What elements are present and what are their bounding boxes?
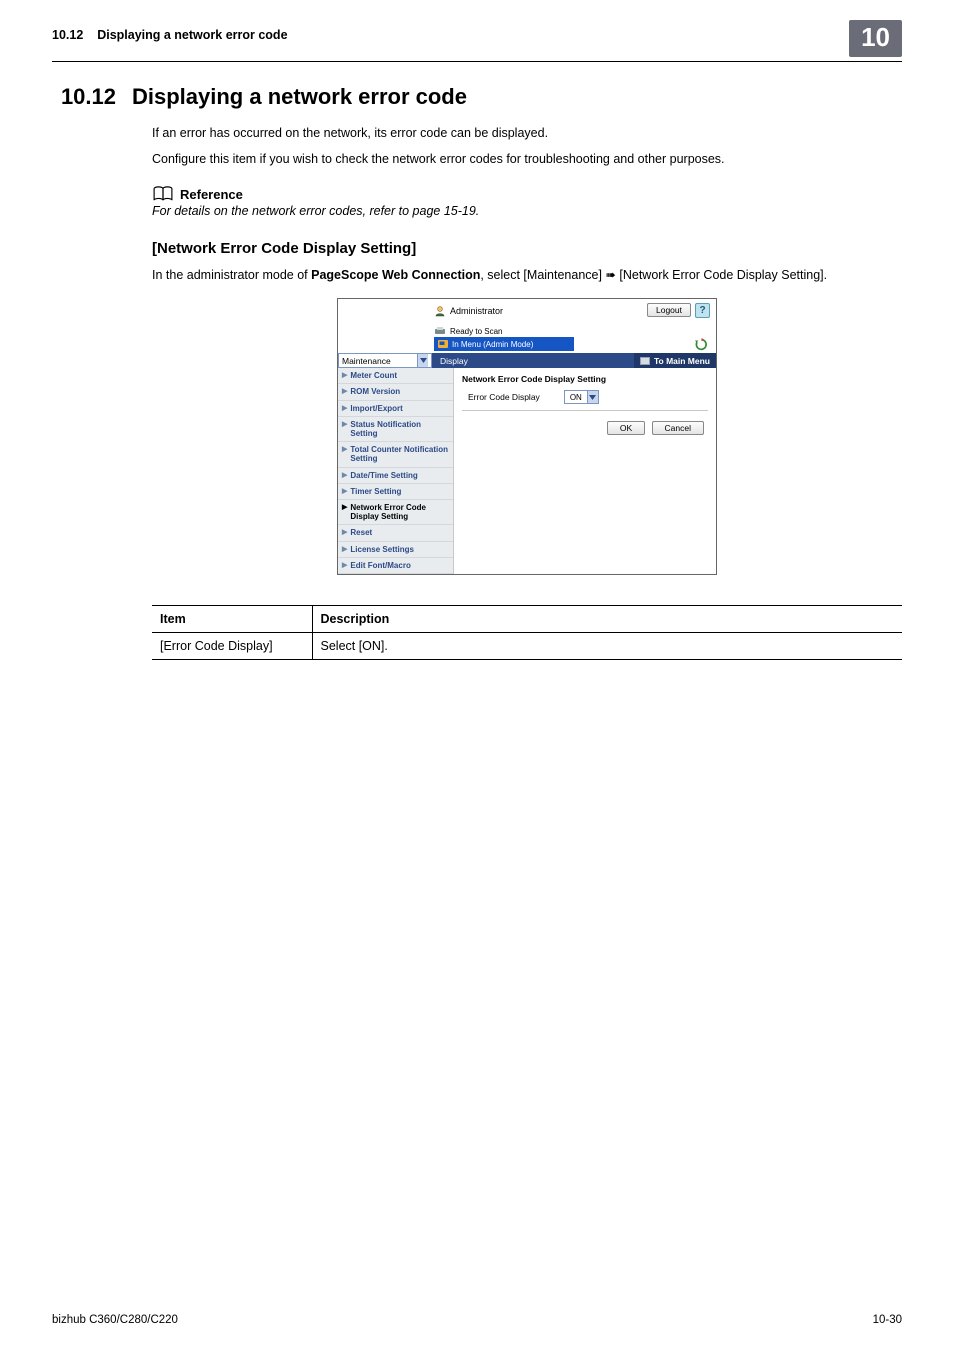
screenshot-panel: Administrator Logout ? xyxy=(337,298,717,575)
footer-right: 10-30 xyxy=(873,1314,902,1326)
to-main-menu-button[interactable]: To Main Menu xyxy=(634,353,716,368)
runhead-sectitle: Displaying a network error code xyxy=(97,28,287,42)
sidebar-item[interactable]: ▶Edit Font/Macro xyxy=(338,558,453,574)
category-select-value: Maintenance xyxy=(342,356,391,366)
reference-heading: Reference xyxy=(152,186,902,202)
sidebar: ▶Meter Count▶ROM Version▶Import/Export▶S… xyxy=(338,368,454,574)
runhead-secnum: 10.12 xyxy=(52,28,83,42)
footer-left: bizhub C360/C280/C220 xyxy=(52,1314,178,1326)
sidebar-item[interactable]: ▶License Settings xyxy=(338,542,453,558)
triangle-icon: ▶ xyxy=(342,546,347,554)
triangle-icon: ▶ xyxy=(342,504,347,521)
refresh-icon[interactable] xyxy=(695,338,708,351)
category-select[interactable]: Maintenance xyxy=(338,353,432,368)
status-inmenu-text: In Menu (Admin Mode) xyxy=(452,340,533,349)
cancel-button[interactable]: Cancel xyxy=(652,421,704,435)
instr-post: , select [Maintenance] ➠ [Network Error … xyxy=(480,268,827,282)
sidebar-item-label: Status Notification Setting xyxy=(350,420,449,438)
chevron-down-icon xyxy=(587,391,598,403)
running-header: 10.12 Displaying a network error code 10 xyxy=(52,28,902,62)
sidebar-item-label: Total Counter Notification Setting xyxy=(350,445,449,463)
sidebar-item-label: Timer Setting xyxy=(350,487,401,496)
runhead-left: 10.12 Displaying a network error code xyxy=(52,28,288,42)
status-ready: Ready to Scan xyxy=(434,325,574,337)
triangle-icon: ▶ xyxy=(342,388,347,396)
error-code-display-select[interactable]: ON xyxy=(564,390,599,404)
triangle-icon: ▶ xyxy=(342,562,347,570)
subsection-instruction: In the administrator mode of PageScope W… xyxy=(152,267,902,282)
admin-indicator: Administrator xyxy=(434,303,503,318)
sidebar-item[interactable]: ▶Reset xyxy=(338,525,453,541)
cell-item: [Error Code Display] xyxy=(152,632,312,659)
triangle-icon: ▶ xyxy=(342,529,347,537)
sidebar-item-label: License Settings xyxy=(350,545,414,554)
triangle-icon: ▶ xyxy=(342,472,347,480)
subsection-title: [Network Error Code Display Setting] xyxy=(152,240,902,257)
sidebar-item-label: Edit Font/Macro xyxy=(350,561,410,570)
instr-bold: PageScope Web Connection xyxy=(311,268,480,282)
paragraph-1: If an error has occurred on the network,… xyxy=(152,124,902,142)
status-ready-text: Ready to Scan xyxy=(450,327,502,336)
col-item-header: Item xyxy=(152,605,312,632)
sidebar-item-label: Import/Export xyxy=(350,404,402,413)
display-button[interactable]: Display xyxy=(432,353,476,368)
sidebar-item-label: Network Error Code Display Setting xyxy=(350,503,449,521)
logout-button[interactable]: Logout xyxy=(647,303,691,317)
admin-label: Administrator xyxy=(450,306,503,316)
chevron-down-icon xyxy=(417,354,428,367)
description-table: Item Description [Error Code Display]Sel… xyxy=(152,605,902,660)
cell-desc: Select [ON]. xyxy=(312,632,902,659)
reference-icon xyxy=(152,186,174,202)
panel-icon xyxy=(438,339,448,349)
section-title: Displaying a network error code xyxy=(132,84,467,110)
field-label: Error Code Display xyxy=(468,392,540,402)
printer-icon xyxy=(434,326,446,336)
sidebar-item-label: ROM Version xyxy=(350,387,400,396)
reference-text: For details on the network error codes, … xyxy=(152,204,902,218)
user-icon xyxy=(434,305,446,317)
sidebar-item[interactable]: ▶Total Counter Notification Setting xyxy=(338,442,453,467)
sidebar-item[interactable]: ▶Timer Setting xyxy=(338,484,453,500)
to-main-menu-label: To Main Menu xyxy=(654,356,710,366)
triangle-icon: ▶ xyxy=(342,446,347,463)
sidebar-item[interactable]: ▶Date/Time Setting xyxy=(338,468,453,484)
sidebar-item[interactable]: ▶Meter Count xyxy=(338,368,453,384)
sidebar-item[interactable]: ▶Import/Export xyxy=(338,401,453,417)
section-heading: 10.12 Displaying a network error code xyxy=(52,84,902,110)
chapter-badge: 10 xyxy=(849,20,902,57)
table-row: [Error Code Display]Select [ON]. xyxy=(152,632,902,659)
triangle-icon: ▶ xyxy=(342,372,347,380)
reference-label: Reference xyxy=(180,187,243,202)
sidebar-item[interactable]: ▶ROM Version xyxy=(338,384,453,400)
sidebar-item[interactable]: ▶Network Error Code Display Setting xyxy=(338,500,453,525)
paragraph-2: Configure this item if you wish to check… xyxy=(152,150,902,168)
panel-title: Network Error Code Display Setting xyxy=(462,374,708,384)
section-number: 10.12 xyxy=(52,84,116,110)
triangle-icon: ▶ xyxy=(342,421,347,438)
select-value: ON xyxy=(565,393,587,402)
sidebar-item-label: Date/Time Setting xyxy=(350,471,417,480)
help-button[interactable]: ? xyxy=(695,303,710,318)
page-footer: bizhub C360/C280/C220 10-30 xyxy=(52,1314,902,1326)
sidebar-item-label: Meter Count xyxy=(350,371,397,380)
triangle-icon: ▶ xyxy=(342,405,347,413)
ok-button[interactable]: OK xyxy=(607,421,645,435)
main-menu-icon xyxy=(640,357,650,365)
sidebar-item-label: Reset xyxy=(350,528,372,537)
instr-pre: In the administrator mode of xyxy=(152,268,311,282)
status-inmenu: In Menu (Admin Mode) xyxy=(434,337,574,351)
sidebar-item[interactable]: ▶Status Notification Setting xyxy=(338,417,453,442)
col-desc-header: Description xyxy=(312,605,902,632)
triangle-icon: ▶ xyxy=(342,488,347,496)
